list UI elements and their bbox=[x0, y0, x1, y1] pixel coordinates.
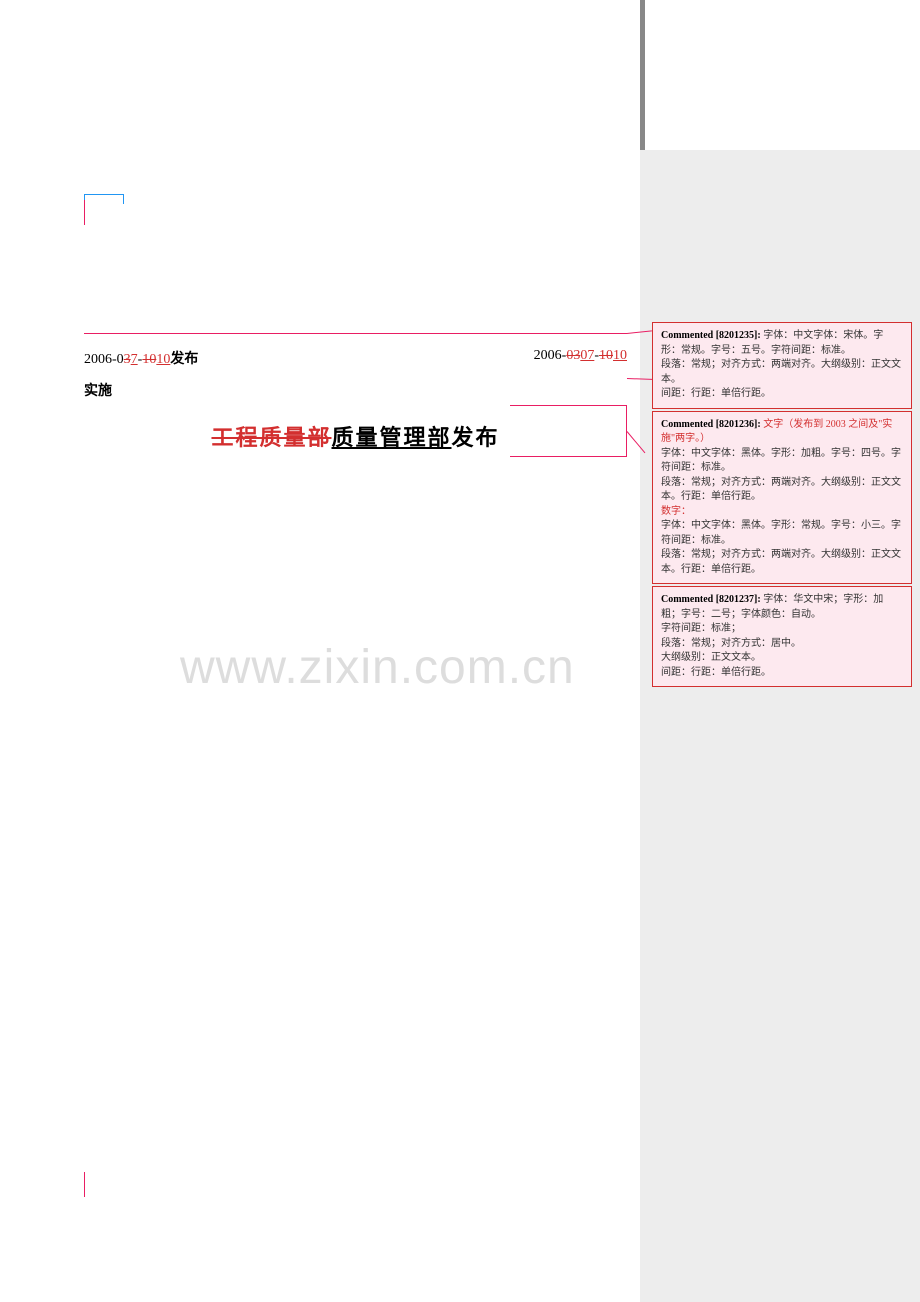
comment-id-label: Commented [8201237]: bbox=[661, 594, 761, 605]
comment-item[interactable]: Commented [8201237]: 字体：华文中宋；字形：加粗；字号：二号… bbox=[652, 586, 912, 687]
comment-item[interactable]: Commented [8201235]: 字体：中文字体：宋体。字形：常规。字号… bbox=[652, 322, 912, 409]
date-text: 2006-0 bbox=[84, 352, 124, 368]
comment-id-label: Commented [8201236]: bbox=[661, 419, 761, 430]
comment-list: Commented [8201235]: 字体：中文字体：宋体。字形：常规。字号… bbox=[640, 150, 920, 687]
issue-date-right: 2006- 03 07 - 10 10 bbox=[534, 348, 627, 368]
margin-mark-bottom bbox=[84, 1172, 85, 1197]
date-strike: 10 bbox=[599, 348, 613, 364]
comment-body: 字体：华文中宋；字形：加粗；字号：二号；字体颜色：自动。 字符间距：标准； 段落… bbox=[661, 594, 883, 678]
title-insert: 质量管理部 bbox=[331, 425, 451, 450]
comment-item[interactable]: Commented [8201236]: 文字（发布到 2003 之间及"实施"… bbox=[652, 411, 912, 585]
publisher-title: 工程质量部质量管理部发布 bbox=[84, 420, 627, 452]
date-row: 2006-0 3 7 - 10 10 发布 2006- 03 07 - 10 1… bbox=[84, 348, 627, 368]
issue-date-left: 2006-0 3 7 - 10 10 发布 bbox=[84, 348, 198, 368]
date-strike: 03 bbox=[566, 348, 580, 364]
comment-id-label: Commented [8201235]: bbox=[661, 330, 761, 341]
title-text: 发布 bbox=[452, 425, 500, 450]
page-container: 2006-0 3 7 - 10 10 发布 2006- 03 07 - 10 1… bbox=[0, 0, 920, 1302]
watermark: www.zixin.com.cn bbox=[180, 640, 575, 695]
date-strike: 3 bbox=[124, 352, 131, 368]
title-strikethrough: 工程质量部 bbox=[211, 425, 331, 450]
page-divider bbox=[640, 0, 645, 150]
horizontal-rule bbox=[84, 333, 627, 334]
margin-mark-top bbox=[84, 200, 85, 225]
top-bracket-mark bbox=[84, 194, 124, 204]
date-insert: 7 bbox=[131, 352, 138, 368]
comment-red-text: 数字： bbox=[661, 505, 903, 520]
date-strike: 10 bbox=[142, 352, 156, 368]
issue-label: 发布 bbox=[170, 348, 198, 368]
document-area: 2006-0 3 7 - 10 10 发布 2006- 03 07 - 10 1… bbox=[0, 0, 640, 1302]
date-insert: 10 bbox=[613, 348, 627, 364]
date-text: 2006- bbox=[534, 348, 567, 364]
implement-label: 实施 bbox=[84, 380, 112, 400]
comment-body: 字体：中文字体：黑体。字形：常规。字号：小三。字符间距：标准。 段落：常规；对齐… bbox=[661, 519, 903, 577]
comment-body: 字体：中文字体：黑体。字形：加粗。字号：四号。字符间距：标准。 段落：常规；对齐… bbox=[661, 447, 903, 505]
date-insert: 07 bbox=[580, 348, 594, 364]
date-insert: 10 bbox=[156, 352, 170, 368]
comment-pane: Commented [8201235]: 字体：中文字体：宋体。字形：常规。字号… bbox=[640, 150, 920, 1302]
